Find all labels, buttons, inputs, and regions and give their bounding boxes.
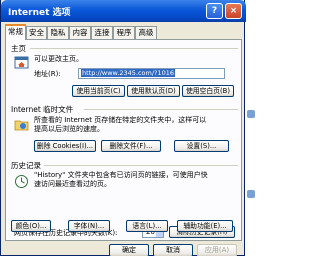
tab-privacy[interactable]: 隐私 xyxy=(47,26,69,39)
use-default-button[interactable]: 使用默认页(D) xyxy=(127,85,180,97)
background-icon xyxy=(247,110,255,118)
temp-files-description-1: 所查看的 Internet 页存储在特定的文件夹中，这样可以 xyxy=(34,116,207,124)
use-blank-button[interactable]: 使用空白页(B) xyxy=(182,85,234,97)
tab-advanced[interactable]: 高级 xyxy=(135,26,157,39)
delete-cookies-button[interactable]: 删除 Cookies(I)... xyxy=(34,140,96,152)
tab-general[interactable]: 常规 xyxy=(5,24,26,40)
title-bar[interactable]: Internet 选项 ? × xyxy=(1,0,246,22)
background-icon xyxy=(247,190,255,198)
home-address-input[interactable]: http://www.2345.com/?1016 xyxy=(78,68,225,79)
home-page-icon xyxy=(14,55,29,70)
close-button[interactable]: × xyxy=(225,3,242,19)
ok-button[interactable]: 确定 xyxy=(109,244,149,256)
help-button[interactable]: ? xyxy=(206,3,223,19)
temp-files-icon xyxy=(14,117,29,132)
address-label: 地址(R): xyxy=(34,70,61,78)
divider xyxy=(84,109,238,110)
accessibility-button[interactable]: 辅助功能(E)... xyxy=(177,220,233,232)
history-description-1: "History" 文件夹中包含有已访问页的链接，可使用户快 xyxy=(34,171,208,179)
tab-programs[interactable]: 程序 xyxy=(113,26,135,39)
general-tab-panel: 主页 可以更改主页。 地址(R): http://www.2345.com/?1… xyxy=(5,39,242,241)
home-description: 可以更改主页。 xyxy=(34,55,83,63)
delete-files-button[interactable]: 删除文件(F)... xyxy=(101,140,161,152)
divider xyxy=(30,48,238,49)
use-current-button[interactable]: 使用当前页(C) xyxy=(72,85,125,97)
history-section-title: 历史记录 xyxy=(11,161,41,170)
window-title: Internet 选项 xyxy=(8,8,71,18)
temp-files-description-2: 提高以后浏览的速度。 xyxy=(34,125,104,133)
address-value: http://www.2345.com/?1016 xyxy=(81,69,176,77)
tab-connections[interactable]: 连接 xyxy=(91,26,113,39)
languages-button[interactable]: 语言(L)... xyxy=(126,220,168,232)
apply-button[interactable]: 应用(A) xyxy=(197,244,237,256)
tab-content[interactable]: 内容 xyxy=(69,26,91,39)
home-section-title: 主页 xyxy=(11,44,26,53)
temp-files-section-title: Internet 临时文件 xyxy=(11,105,74,114)
temp-settings-button[interactable]: 设置(S)... xyxy=(174,140,229,152)
cancel-button[interactable]: 取消 xyxy=(153,244,193,256)
history-description-2: 速访问最近查看过的页。 xyxy=(34,180,111,188)
fonts-button[interactable]: 字体(N)... xyxy=(68,220,110,232)
tab-security[interactable]: 安全 xyxy=(26,26,47,39)
background-window-edge xyxy=(246,0,255,256)
divider xyxy=(44,165,238,166)
internet-options-dialog: Internet 选项 ? × 常规 安全 隐私 内容 连接 程序 高级 主页 … xyxy=(0,0,246,256)
history-icon xyxy=(14,174,29,189)
colors-button[interactable]: 颜色(O)... xyxy=(11,220,51,232)
